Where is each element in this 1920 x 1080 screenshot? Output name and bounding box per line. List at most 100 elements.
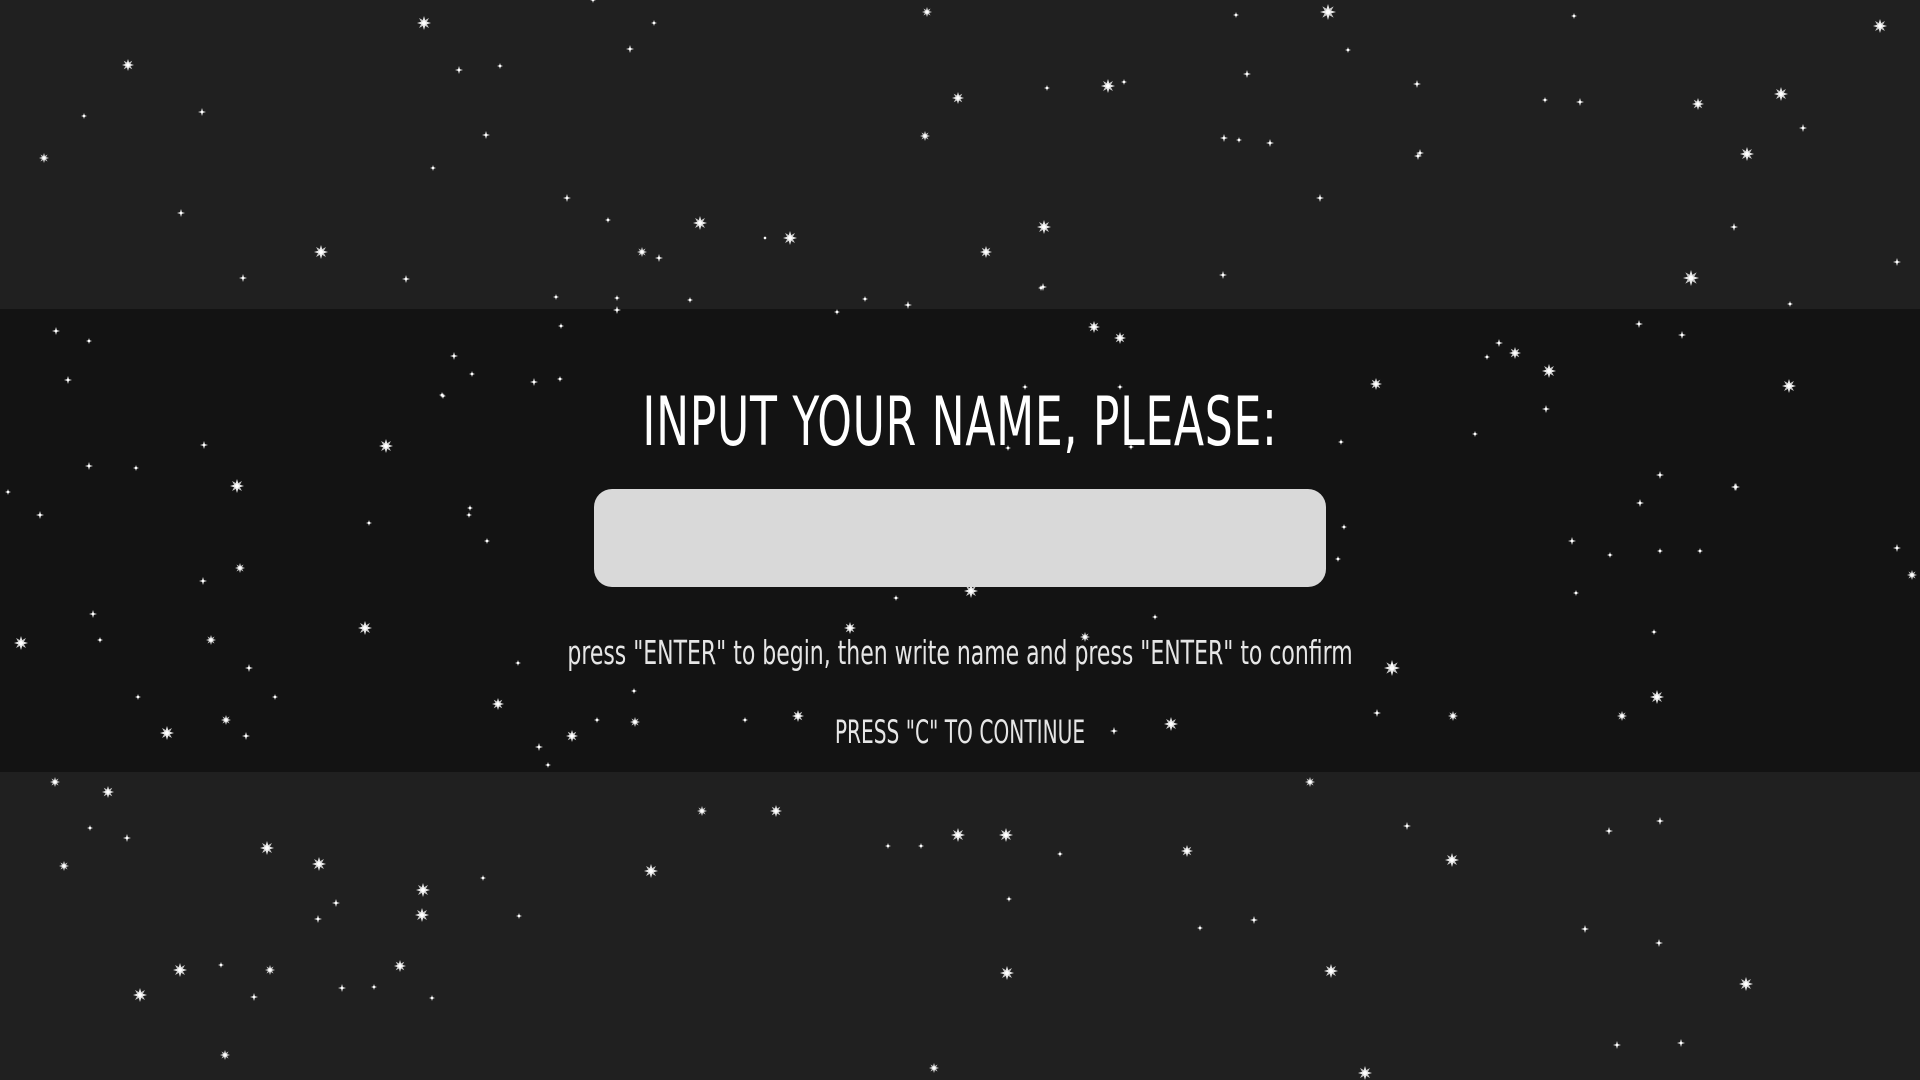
star-icon — [59, 861, 69, 871]
star-icon — [1677, 1039, 1685, 1047]
star-icon — [239, 274, 247, 282]
star-icon — [1320, 4, 1336, 20]
star-icon — [371, 984, 377, 990]
star-icon — [783, 231, 797, 245]
star-icon — [123, 834, 131, 842]
star-icon — [1305, 777, 1315, 787]
star-icon — [605, 217, 611, 223]
star-icon — [338, 984, 346, 992]
star-icon — [693, 216, 707, 230]
star-icon — [1044, 85, 1050, 91]
star-icon — [1873, 19, 1887, 33]
star-icon — [1774, 87, 1788, 101]
star-icon — [122, 59, 134, 71]
star-icon — [430, 165, 436, 171]
star-icon — [920, 131, 930, 141]
star-icon — [429, 995, 435, 1001]
page-title: INPUT YOUR NAME, PLEASE: — [642, 383, 1278, 462]
star-icon — [394, 960, 406, 972]
enter-instructions: press "ENTER" to begin, then write name … — [567, 633, 1353, 672]
star-icon — [922, 7, 932, 17]
star-icon — [497, 63, 503, 69]
star-icon — [265, 965, 275, 975]
star-icon — [1243, 70, 1251, 78]
star-icon — [999, 828, 1013, 842]
star-icon — [1655, 939, 1663, 947]
continue-prompt[interactable]: PRESS "C" TO CONTINUE — [288, 711, 1632, 753]
star-icon — [480, 875, 486, 881]
star-icon — [1740, 147, 1754, 161]
star-icon — [655, 254, 663, 262]
star-icon — [697, 806, 707, 816]
star-icon — [1324, 964, 1338, 978]
star-icon — [102, 786, 114, 798]
star-icon — [885, 843, 891, 849]
star-icon — [904, 301, 912, 309]
star-icon — [980, 246, 992, 258]
star-icon — [1542, 97, 1548, 103]
star-icon — [1613, 1041, 1621, 1049]
star-icon — [687, 297, 693, 303]
star-icon — [1799, 124, 1807, 132]
star-icon — [312, 857, 326, 871]
star-icon — [50, 777, 60, 787]
star-icon — [133, 988, 147, 1002]
star-icon — [1730, 223, 1738, 231]
star-icon — [637, 247, 647, 257]
star-icon — [1219, 271, 1227, 279]
name-entry-dialog: INPUT YOUR NAME, PLEASE: press "ENTER" t… — [0, 309, 1920, 772]
star-icon — [590, 0, 596, 3]
star-icon — [1403, 822, 1411, 830]
star-icon — [1345, 47, 1351, 53]
star-icon — [1413, 80, 1421, 88]
star-icon — [1358, 1066, 1372, 1080]
star-icon — [250, 993, 258, 1001]
star-icon — [1692, 98, 1704, 110]
star-icon — [1316, 194, 1324, 202]
star-icon — [516, 913, 522, 919]
star-icon — [644, 864, 658, 878]
star-icon — [482, 131, 490, 139]
star-icon — [951, 828, 965, 842]
star-icon — [1181, 845, 1193, 857]
star-icon — [402, 275, 410, 283]
star-icon — [651, 20, 657, 26]
star-icon — [614, 295, 620, 301]
star-icon — [177, 209, 185, 217]
name-input[interactable] — [594, 489, 1326, 587]
game-screen: INPUT YOUR NAME, PLEASE: press "ENTER" t… — [0, 0, 1920, 1080]
star-icon — [763, 236, 767, 240]
star-icon — [198, 108, 206, 116]
star-icon — [952, 92, 964, 104]
star-icon — [1037, 220, 1051, 234]
star-icon — [626, 45, 634, 53]
star-icon — [918, 843, 924, 849]
star-icon — [260, 841, 274, 855]
star-icon — [173, 963, 187, 977]
star-icon — [1250, 916, 1258, 924]
star-icon — [455, 66, 463, 74]
star-icon — [1121, 79, 1127, 85]
star-icon — [415, 908, 429, 922]
star-icon — [1445, 853, 1459, 867]
star-icon — [1581, 925, 1589, 933]
star-icon — [1039, 283, 1047, 291]
star-icon — [1893, 258, 1901, 266]
star-icon — [563, 194, 571, 202]
star-icon — [1266, 139, 1274, 147]
star-icon — [553, 294, 559, 300]
star-icon — [81, 113, 87, 119]
star-icon — [1683, 270, 1699, 286]
star-icon — [220, 1050, 230, 1060]
star-icon — [1220, 134, 1228, 142]
star-icon — [218, 962, 224, 968]
star-icon — [1000, 966, 1014, 980]
star-icon — [1233, 12, 1239, 18]
star-icon — [417, 16, 431, 30]
star-icon — [1656, 817, 1664, 825]
star-icon — [929, 1063, 939, 1073]
star-icon — [1101, 79, 1115, 93]
star-icon — [1571, 13, 1577, 19]
star-icon — [1576, 98, 1584, 106]
star-icon — [314, 915, 322, 923]
